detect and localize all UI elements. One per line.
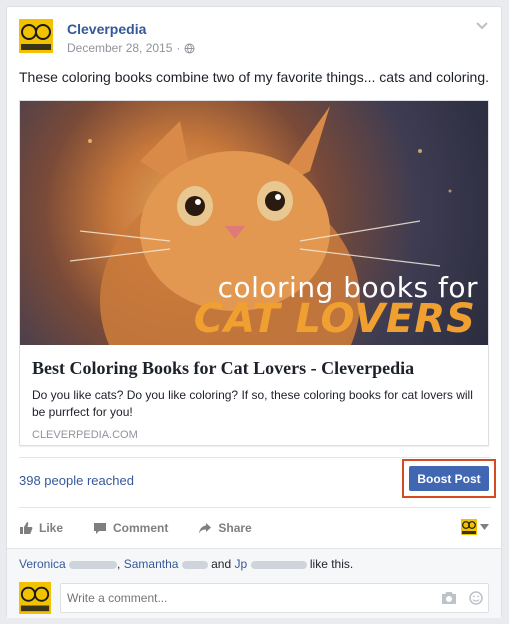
divider (19, 457, 491, 458)
caret-down-icon (480, 524, 489, 530)
post-as-selector[interactable] (461, 519, 489, 535)
link-description: Do you like cats? Do you like coloring? … (32, 388, 473, 419)
globe-icon[interactable] (184, 43, 195, 54)
comment-input[interactable] (60, 583, 489, 613)
liker-name[interactable]: Samantha (124, 557, 179, 571)
likes-separator: , (117, 557, 121, 571)
comment-button[interactable]: Comment (93, 521, 168, 535)
link-domain: CLEVERPEDIA.COM (32, 429, 138, 441)
redacted-name (69, 560, 118, 569)
people-reached-link[interactable]: 398 people reached (19, 473, 134, 488)
link-image[interactable]: coloring books for CAT LOVERS (20, 101, 488, 345)
liker-name[interactable]: Veronica (19, 557, 66, 571)
post-meta: December 28, 2015 · (67, 41, 195, 55)
camera-icon[interactable] (441, 591, 457, 605)
divider (19, 507, 491, 508)
comment-label: Comment (113, 521, 169, 535)
page-avatar-small (461, 519, 477, 535)
like-label: Like (39, 521, 64, 535)
image-caption-line2: CAT LOVERS (193, 296, 476, 342)
share-label: Share (218, 521, 252, 535)
likes-summary: Veronica , Samantha and Jp like this. (7, 548, 501, 579)
share-arrow-icon (199, 523, 212, 534)
chevron-down-icon[interactable] (475, 21, 489, 31)
liker-name[interactable]: Jp (235, 557, 248, 571)
likes-and: and (211, 557, 232, 571)
post-text: These coloring books combine two of my f… (19, 69, 490, 85)
share-button[interactable]: Share (198, 521, 252, 535)
page-avatar[interactable] (19, 19, 53, 53)
comment-icon (94, 523, 107, 534)
post-card: Cleverpedia December 28, 2015 · These co… (6, 6, 502, 618)
like-button[interactable]: Like (19, 521, 63, 535)
comment-composer (7, 578, 501, 618)
likes-suffix: like this. (309, 557, 354, 571)
link-title[interactable]: Best Coloring Books for Cat Lovers - Cle… (32, 358, 476, 379)
boost-post-button[interactable]: Boost Post (409, 466, 489, 491)
link-preview[interactable]: coloring books for CAT LOVERS Best Color… (19, 100, 489, 446)
action-bar: Like Comment Share (19, 516, 491, 540)
meta-separator: · (176, 41, 181, 55)
post-date[interactable]: December 28, 2015 (67, 41, 172, 55)
redacted-name (181, 560, 208, 569)
thumbs-up-icon (20, 522, 33, 534)
commenter-avatar (19, 582, 51, 614)
emoji-icon[interactable] (469, 591, 483, 605)
page-name-link[interactable]: Cleverpedia (67, 21, 146, 37)
redacted-name (250, 560, 307, 569)
